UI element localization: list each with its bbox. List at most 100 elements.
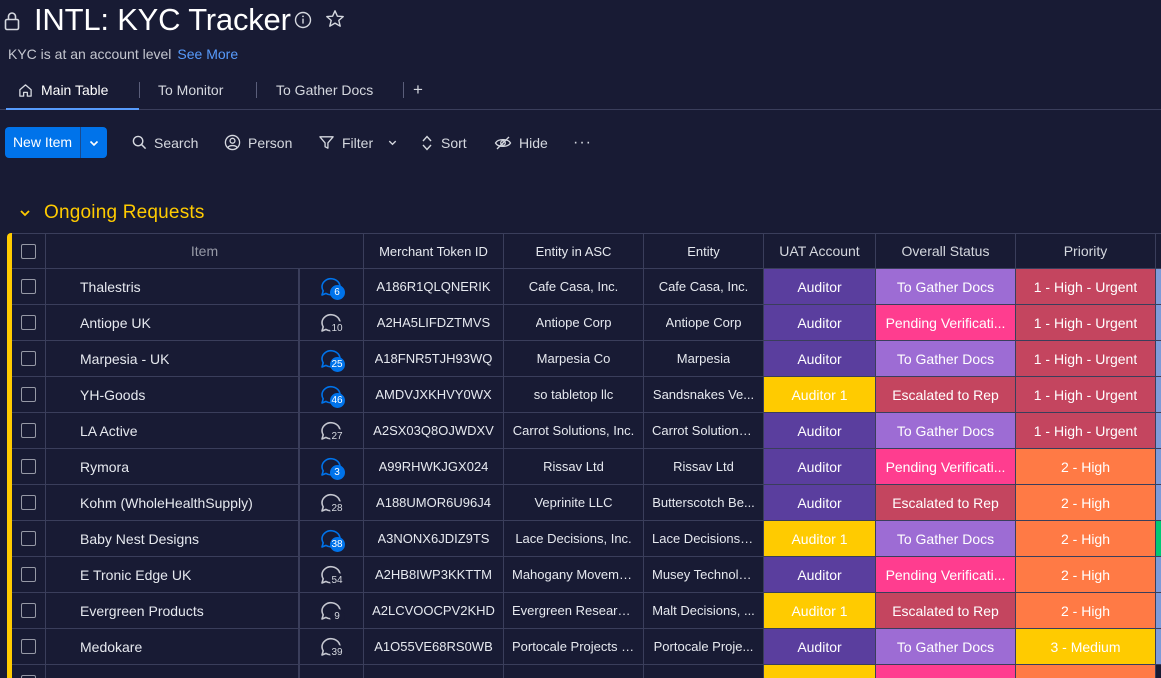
table-row[interactable]: Antiope UK 10 A2HA5LIFDZTMVS Antiope Corp An…	[12, 305, 1161, 341]
row-checkbox[interactable]	[21, 351, 36, 366]
status-label[interactable]: Escalated to Rep	[876, 377, 1016, 413]
table-row[interactable]: E Tronic Edge UK 54 A2HB8IWP3KKTTM Mahogany…	[12, 557, 1161, 593]
row-checkbox[interactable]	[21, 567, 36, 582]
merchant-token-cell[interactable]: A2HA5LIFDZTMVS	[364, 305, 504, 341]
merchant-token-cell[interactable]: A1O55VE68RS0WB	[364, 629, 504, 665]
row-select-cell[interactable]	[12, 413, 46, 449]
item-name-cell[interactable]: Baby Nest Designs	[46, 521, 299, 557]
person-filter-button[interactable]: Person	[224, 127, 292, 158]
item-name-cell[interactable]: Thalestris	[46, 269, 299, 305]
filter-button[interactable]: Filter	[318, 127, 398, 158]
entity-cell[interactable]: Lace Decisions, ...	[644, 521, 764, 557]
uat-account-label[interactable]: Auditor	[764, 485, 876, 521]
status-label[interactable]: Pending Verificati...	[876, 557, 1016, 593]
status-label[interactable]: Pending Verificati...	[876, 449, 1016, 485]
group-title[interactable]: Ongoing Requests	[44, 202, 205, 224]
table-row[interactable]: Marpesia - UK 25 A18FNR5TJH93WQ Marpesia Co…	[12, 341, 1161, 377]
column-header-entity[interactable]: Entity	[644, 233, 764, 269]
entity-cell[interactable]: Musey Technolo...	[644, 557, 764, 593]
entity-cell[interactable]: Butterscotch Be...	[644, 485, 764, 521]
item-name-cell[interactable]: Antiope UK	[46, 305, 299, 341]
row-select-cell[interactable]	[12, 629, 46, 665]
entity-in-asc-cell[interactable]: Lace Decisions, Inc.	[504, 521, 644, 557]
table-row[interactable]: LA Active 27 A2SX03Q8OJWDXV Carrot Solution…	[12, 413, 1161, 449]
priority-label[interactable]: 2 - High	[1016, 557, 1156, 593]
priority-label[interactable]: 2 - High	[1016, 449, 1156, 485]
chat-bubble-icon[interactable]: 28	[319, 491, 345, 516]
uat-account-label[interactable]: Auditor	[764, 449, 876, 485]
chat-bubble-icon[interactable]: 39	[319, 635, 345, 660]
priority-label[interactable]: 3 - Medium	[1016, 629, 1156, 665]
star-icon[interactable]	[325, 9, 345, 29]
select-all-cell[interactable]	[12, 233, 46, 269]
entity-cell[interactable]: Antiope Corp	[644, 305, 764, 341]
status-label[interactable]: Escalated to Rep	[876, 485, 1016, 521]
uat-account-label[interactable]: Auditor	[764, 305, 876, 341]
entity-in-asc-cell[interactable]: Evergreen Research...	[504, 593, 644, 629]
status-label[interactable]: Escalated to Rep	[876, 593, 1016, 629]
row-select-cell[interactable]	[12, 593, 46, 629]
row-checkbox[interactable]	[21, 423, 36, 438]
column-header-overall-status[interactable]: Overall Status	[876, 233, 1016, 269]
row-checkbox[interactable]	[21, 387, 36, 402]
hide-button[interactable]: Hide	[494, 127, 548, 158]
merchant-token-cell[interactable]: A186R1QLQNERIK	[364, 269, 504, 305]
table-row[interactable]: Kohm (WholeHealthSupply) 28 A188UMOR6U96J4…	[12, 485, 1161, 521]
entity-in-asc-cell[interactable]: so tabletop llc	[504, 377, 644, 413]
status-label[interactable]: To Gather Docs	[876, 269, 1016, 305]
merchant-token-cell[interactable]: A3NONX6JDIZ9TS	[364, 521, 504, 557]
priority-label[interactable]: 1 - High - Urgent	[1016, 377, 1156, 413]
chat-bubble-icon[interactable]: 38	[319, 527, 345, 552]
row-select-cell[interactable]	[12, 557, 46, 593]
entity-in-asc-cell[interactable]: Veprinite LLC	[504, 485, 644, 521]
updates-cell[interactable]: 25	[299, 341, 364, 377]
updates-cell[interactable]: 9	[299, 593, 364, 629]
entity-cell[interactable]: Malt Decisions, ...	[644, 593, 764, 629]
entity-in-asc-cell[interactable]: Portocale Projects I...	[504, 629, 644, 665]
merchant-token-cell[interactable]: A2HB8IWP3KKTTM	[364, 557, 504, 593]
chat-bubble-icon[interactable]: 25	[319, 347, 345, 372]
tab-main-table[interactable]: Main Table	[18, 78, 108, 110]
priority-label[interactable]: 2 - High	[1016, 593, 1156, 629]
table-row[interactable]: YH-Goods 46 AMDVJXKHVY0WX so tabletop llc Sa…	[12, 377, 1161, 413]
chat-bubble-icon[interactable]: 3	[319, 455, 345, 480]
table-row[interactable]: Baby Nest Designs 38 A3NONX6JDIZ9TS Lace De…	[12, 521, 1161, 557]
merchant-token-cell[interactable]: A99RHWKJGX024	[364, 449, 504, 485]
uat-account-label[interactable]: Auditor	[764, 413, 876, 449]
priority-label[interactable]: 1 - High - Urgent	[1016, 269, 1156, 305]
entity-in-asc-cell[interactable]: Mahogany Moveme...	[504, 557, 644, 593]
see-more-link[interactable]: See More	[177, 46, 238, 62]
chat-bubble-icon[interactable]: 10	[319, 311, 345, 336]
add-view-button[interactable]: +	[413, 78, 423, 110]
entity-cell[interactable]: Rissav Ltd	[644, 449, 764, 485]
uat-account-label[interactable]: Auditor	[764, 629, 876, 665]
row-select-cell[interactable]	[12, 269, 46, 305]
row-select-cell[interactable]	[12, 305, 46, 341]
row-select-cell[interactable]	[12, 449, 46, 485]
item-name-cell[interactable]: Evergreen Products	[46, 593, 299, 629]
more-actions-button[interactable]: ···	[573, 127, 592, 158]
uat-account-label[interactable]: Auditor 1	[764, 593, 876, 629]
chevron-down-icon[interactable]	[387, 137, 398, 148]
updates-cell[interactable]: 38	[299, 521, 364, 557]
status-label[interactable]: To Gather Docs	[876, 629, 1016, 665]
status-label[interactable]: To Gather Docs	[876, 341, 1016, 377]
updates-cell[interactable]: 6	[299, 269, 364, 305]
chat-bubble-icon[interactable]: 46	[319, 383, 345, 408]
sort-button[interactable]: Sort	[420, 127, 467, 158]
updates-cell[interactable]: 39	[299, 629, 364, 665]
chat-bubble-icon[interactable]: 6	[319, 275, 345, 300]
priority-label[interactable]: 2 - High	[1016, 485, 1156, 521]
new-item-button[interactable]: New Item	[5, 127, 107, 158]
column-header-priority[interactable]: Priority	[1016, 233, 1156, 269]
uat-account-label[interactable]: Auditor 1	[764, 521, 876, 557]
column-header-uat-account[interactable]: UAT Account	[764, 233, 876, 269]
entity-cell[interactable]: Cafe Casa, Inc.	[644, 269, 764, 305]
row-select-cell[interactable]	[12, 665, 46, 678]
row-checkbox[interactable]	[21, 495, 36, 510]
row-select-cell[interactable]	[12, 341, 46, 377]
column-header-item[interactable]: Item	[46, 233, 364, 269]
item-name-cell[interactable]: Kohm (WholeHealthSupply)	[46, 485, 299, 521]
chevron-down-icon[interactable]	[18, 206, 32, 220]
priority-label[interactable]: 1 - High - Urgent	[1016, 305, 1156, 341]
